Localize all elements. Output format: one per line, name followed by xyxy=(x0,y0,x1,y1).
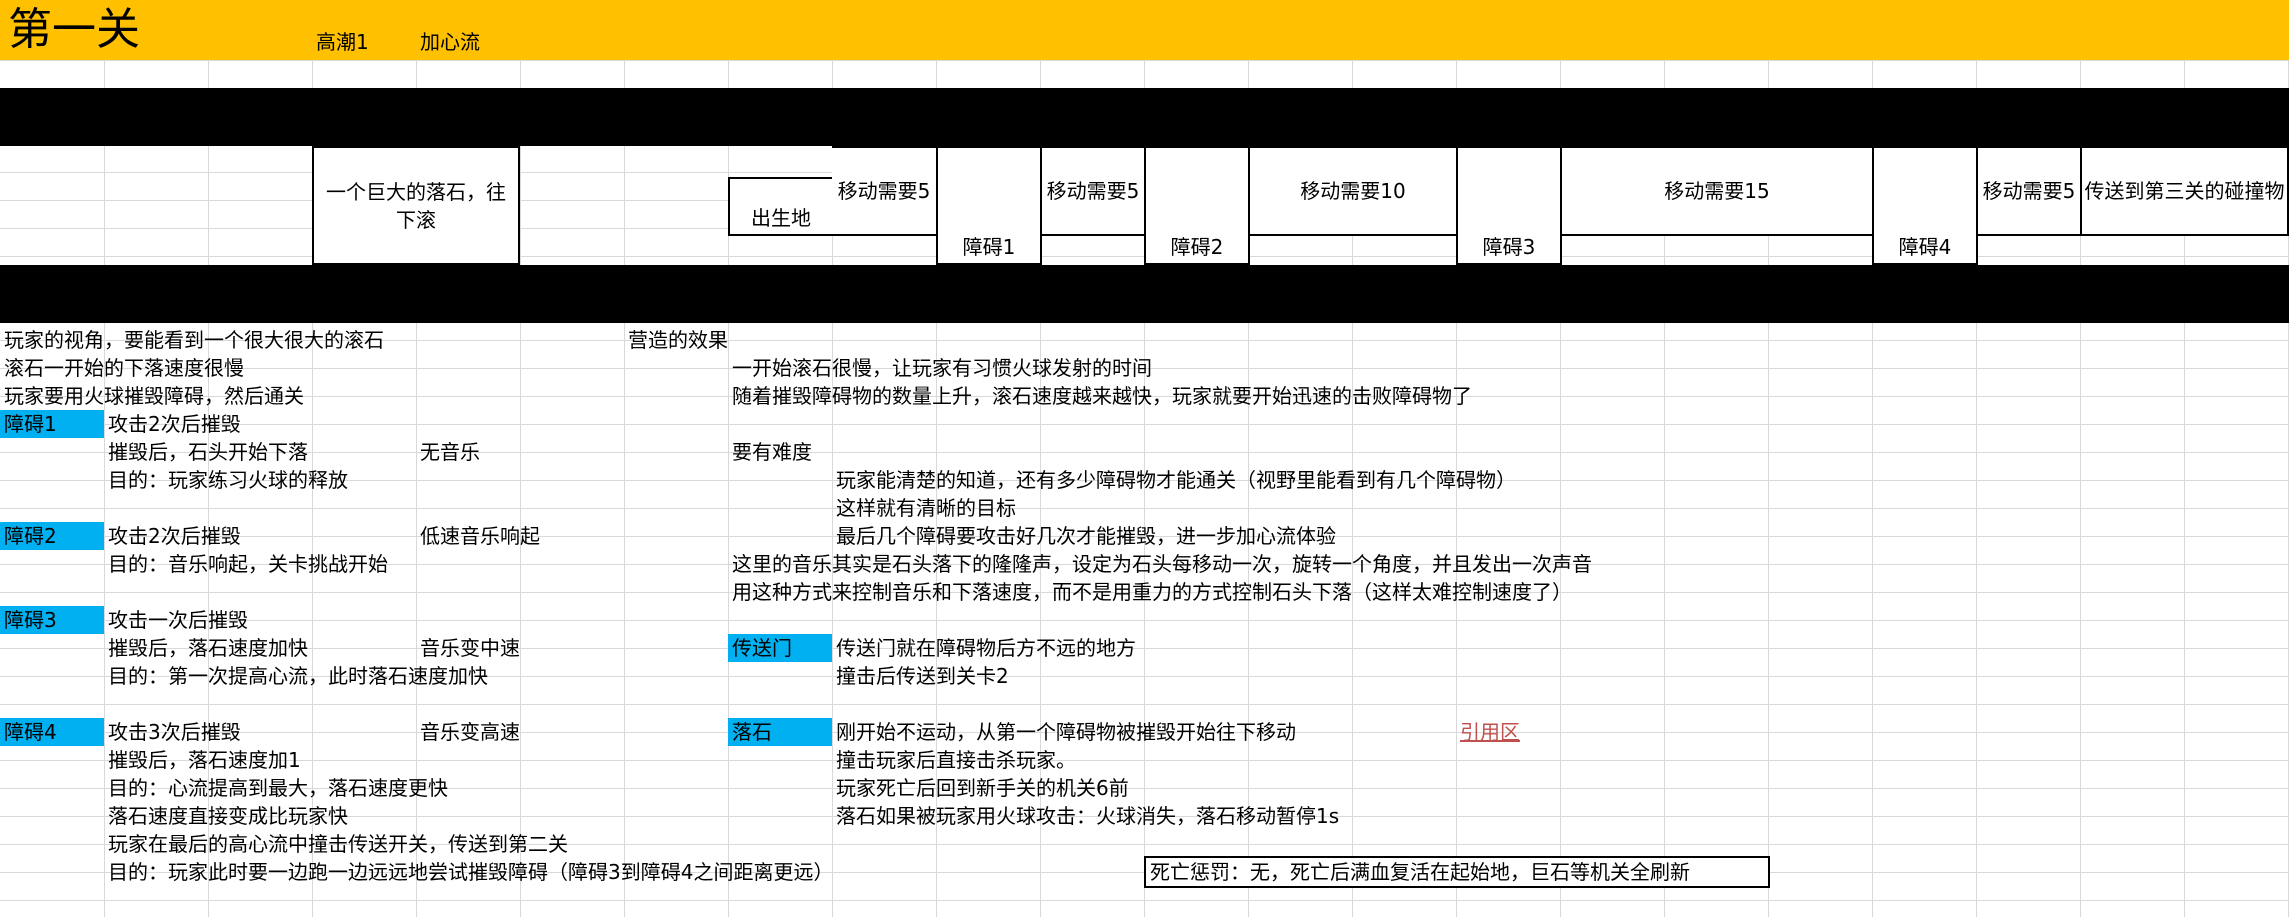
portal-desc[interactable]: 传送门就在障碍物后方不远的地方 xyxy=(836,634,1136,662)
note-music-control[interactable]: 用这种方式来控制音乐和下落速度，而不是用重力的方式控制石头下落（这样太难控制速度… xyxy=(732,578,1572,606)
rock-tag[interactable]: 落石 xyxy=(728,718,832,746)
note-destroy[interactable]: 玩家要用火球摧毁障碍，然后通关 xyxy=(4,382,304,410)
obstacle-3-tag[interactable]: 障碍3 xyxy=(0,606,104,634)
o3-after[interactable]: 摧毁后，落石速度加快 xyxy=(108,634,308,662)
note-last-few[interactable]: 最后几个障碍要攻击好几次才能摧毁，进一步加心流体验 xyxy=(836,522,1336,550)
note-difficulty[interactable]: 要有难度 xyxy=(732,438,812,466)
note-respawn[interactable]: 玩家死亡后回到新手关的机关6前 xyxy=(836,774,1129,802)
spreadsheet: 第一关 高潮1 加心流 一个巨大的落石，往下滚 出生地 移动需要5 障碍1 移动… xyxy=(0,0,2289,917)
header-climax[interactable]: 高潮1 xyxy=(316,28,369,56)
obstacle-box-3[interactable]: 障碍3 xyxy=(1456,146,1562,265)
gridline-horizontal xyxy=(0,60,2289,61)
note-music-is[interactable]: 这里的音乐其实是石头落下的隆隆声，设定为石头每移动一次，旋转一个角度，并且发出一… xyxy=(732,550,1592,578)
obstacle-box-2[interactable]: 障碍2 xyxy=(1144,146,1250,265)
o3-music[interactable]: 音乐变中速 xyxy=(420,634,520,662)
o2-goal[interactable]: 目的：音乐响起，关卡挑战开始 xyxy=(108,550,388,578)
note-clear-goal[interactable]: 这样就有清晰的目标 xyxy=(836,494,1016,522)
o4-music[interactable]: 音乐变高速 xyxy=(420,718,520,746)
rock-box[interactable]: 一个巨大的落石，往下滚 xyxy=(312,146,520,265)
note-slow[interactable]: 滚石一开始的下落速度很慢 xyxy=(4,354,244,382)
ref-area-link[interactable]: 引用区 xyxy=(1460,718,1520,746)
o1-goal[interactable]: 目的：玩家练习火球的释放 xyxy=(108,466,348,494)
o3-attack[interactable]: 攻击一次后摧毁 xyxy=(108,606,248,634)
portal-tag[interactable]: 传送门 xyxy=(728,634,832,662)
o2-attack[interactable]: 攻击2次后摧毁 xyxy=(108,522,241,550)
move-box-1[interactable]: 移动需要5 xyxy=(832,146,938,236)
gridline-horizontal xyxy=(0,508,2289,509)
death-penalty-box[interactable]: 死亡惩罚：无，死亡后满血复活在起始地，巨石等机关全刷新 xyxy=(1144,856,1770,888)
o1-music[interactable]: 无音乐 xyxy=(420,438,480,466)
o4-attack[interactable]: 攻击3次后摧毁 xyxy=(108,718,241,746)
obstacle-4-tag[interactable]: 障碍4 xyxy=(0,718,104,746)
header-heart-flow[interactable]: 加心流 xyxy=(420,28,480,56)
obstacle-1-tag[interactable]: 障碍1 xyxy=(0,410,104,438)
note-slow-reason[interactable]: 一开始滚石很慢，让玩家有习惯火球发射的时间 xyxy=(732,354,1152,382)
gridline-horizontal xyxy=(0,452,2289,453)
gridline-horizontal xyxy=(0,900,2289,901)
gridline-horizontal xyxy=(0,704,2289,705)
o2-music[interactable]: 低速音乐响起 xyxy=(420,522,540,550)
gridline-horizontal xyxy=(0,424,2289,425)
o4-goal[interactable]: 目的：心流提高到最大，落石速度更快 xyxy=(108,774,448,802)
black-band-bottom xyxy=(0,265,2289,323)
teleport-box[interactable]: 传送到第三关的碰撞物 xyxy=(2080,146,2289,236)
obstacle-2-tag[interactable]: 障碍2 xyxy=(0,522,104,550)
rock-desc[interactable]: 刚开始不运动，从第一个障碍物被摧毁开始往下移动 xyxy=(836,718,1296,746)
note-effect[interactable]: 营造的效果 xyxy=(628,326,728,354)
portal-hit[interactable]: 撞击后传送到关卡2 xyxy=(836,662,1009,690)
o3-goal[interactable]: 目的：第一次提高心流，此时落石速度加快 xyxy=(108,662,488,690)
o1-attack[interactable]: 攻击2次后摧毁 xyxy=(108,410,241,438)
note-speedup[interactable]: 随着摧毁障碍物的数量上升，滚石速度越来越快，玩家就要开始迅速的击败障碍物了 xyxy=(732,382,1472,410)
gridline-horizontal xyxy=(0,648,2289,649)
note-final-hit[interactable]: 玩家在最后的高心流中撞击传送开关，传送到第二关 xyxy=(108,830,568,858)
move-box-3[interactable]: 移动需要10 xyxy=(1248,146,1458,236)
move-box-4[interactable]: 移动需要15 xyxy=(1560,146,1874,236)
death-penalty-text: 死亡惩罚：无，死亡后满血复活在起始地，巨石等机关全刷新 xyxy=(1150,860,1690,884)
black-band-top xyxy=(0,88,2289,146)
note-faster[interactable]: 落石速度直接变成比玩家快 xyxy=(108,802,348,830)
note-view[interactable]: 玩家的视角，要能看到一个很大很大的滚石 xyxy=(4,326,384,354)
page-title[interactable]: 第一关 xyxy=(8,4,140,56)
obstacle-box-4[interactable]: 障碍4 xyxy=(1872,146,1978,265)
gridline-horizontal xyxy=(0,760,2289,761)
obstacle-box-1[interactable]: 障碍1 xyxy=(936,146,1042,265)
spawn-box[interactable]: 出生地 xyxy=(728,177,834,236)
move-box-5[interactable]: 移动需要5 xyxy=(1976,146,2082,236)
gridline-horizontal xyxy=(0,620,2289,621)
note-final-goal[interactable]: 目的：玩家此时要一边跑一边远远地尝试摧毁障碍（障碍3到障碍4之间距离更远） xyxy=(108,858,833,886)
note-know[interactable]: 玩家能清楚的知道，还有多少障碍物才能通关（视野里能看到有几个障碍物） xyxy=(836,466,1516,494)
o4-after[interactable]: 摧毁后，落石速度加1 xyxy=(108,746,301,774)
o1-after[interactable]: 摧毁后，石头开始下落 xyxy=(108,438,308,466)
note-fireball[interactable]: 落石如果被玩家用火球攻击：火球消失，落石移动暂停1s xyxy=(836,802,1339,830)
rock-kill[interactable]: 撞击玩家后直接击杀玩家。 xyxy=(836,746,1076,774)
move-box-2[interactable]: 移动需要5 xyxy=(1040,146,1146,236)
